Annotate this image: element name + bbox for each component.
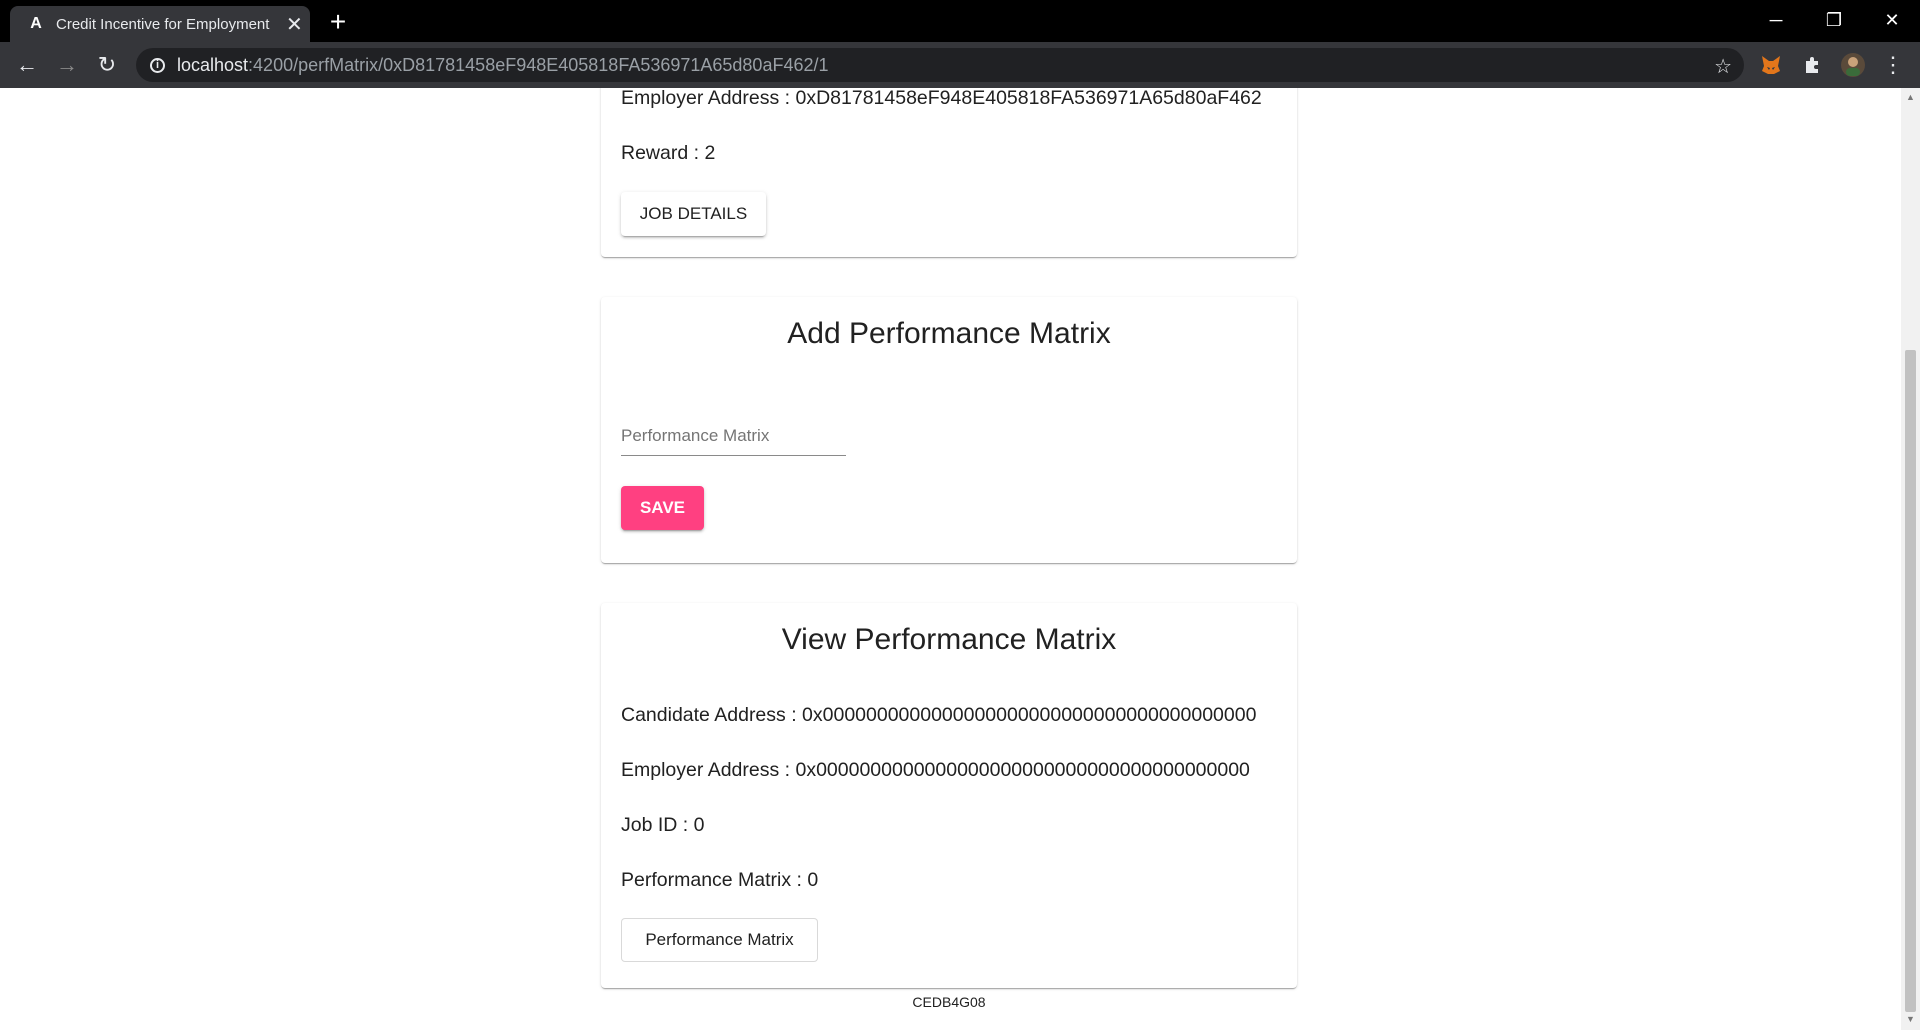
performance-matrix-button[interactable]: Performance Matrix <box>621 918 818 962</box>
performance-matrix-input[interactable] <box>621 421 846 451</box>
close-window-icon[interactable]: ✕ <box>1862 0 1920 40</box>
browser-titlebar: A Credit Incentive for Employment ✕ + ─ … <box>0 0 1920 42</box>
performance-matrix-field[interactable] <box>621 415 846 456</box>
reload-icon[interactable]: ↻ <box>92 50 122 80</box>
profile-avatar[interactable] <box>1838 50 1868 80</box>
scroll-thumb[interactable] <box>1905 350 1916 1012</box>
page-viewport: Employer Address : 0xD81781458eF948E4058… <box>0 88 1901 1030</box>
view-performance-matrix-card: View Performance Matrix Candidate Addres… <box>601 603 1297 988</box>
job-reward: Reward : 2 <box>621 142 716 164</box>
browser-menu-icon[interactable]: ⋮ <box>1878 50 1908 80</box>
page-scrollbar[interactable]: ▲ ▼ <box>1901 88 1920 1030</box>
tab-title: Credit Incentive for Employment <box>56 15 270 33</box>
restore-icon[interactable]: ❐ <box>1804 0 1864 40</box>
info-icon[interactable]: i <box>150 57 165 73</box>
url-text: localhost:4200/perfMatrix/0xD81781458eF9… <box>177 54 829 75</box>
new-tab-button[interactable]: + <box>322 6 354 38</box>
tab-close-icon[interactable]: ✕ <box>286 12 303 37</box>
add-card-title: Add Performance Matrix <box>787 317 1111 350</box>
browser-tab[interactable]: A Credit Incentive for Employment ✕ <box>10 6 310 42</box>
extensions-puzzle-icon[interactable] <box>1797 50 1827 80</box>
employer-address: Employer Address : 0x0000000000000000000… <box>621 759 1250 781</box>
scroll-up-icon[interactable]: ▲ <box>1905 92 1916 102</box>
performance-matrix-value: Performance Matrix : 0 <box>621 869 819 891</box>
forward-icon[interactable]: → <box>52 50 82 80</box>
view-card-title: View Performance Matrix <box>781 623 1117 656</box>
footer-code: CEDB4G08 <box>912 994 986 1010</box>
job-details-button[interactable]: JOB DETAILS <box>621 192 766 236</box>
angular-favicon-icon: A <box>30 15 42 32</box>
metamask-fox-icon[interactable] <box>1756 50 1786 80</box>
scroll-down-icon[interactable]: ▼ <box>1905 1014 1916 1024</box>
bookmark-star-icon[interactable]: ☆ <box>1714 54 1732 79</box>
job-id: Job ID : 0 <box>621 814 705 836</box>
save-button[interactable]: SAVE <box>621 486 704 530</box>
add-performance-matrix-card: Add Performance Matrix SAVE <box>601 297 1297 563</box>
browser-toolbar: ← → ↻ i localhost:4200/perfMatrix/0xD817… <box>0 42 1920 88</box>
job-card: Employer Address : 0xD81781458eF948E4058… <box>601 88 1297 257</box>
candidate-address: Candidate Address : 0x000000000000000000… <box>621 704 1257 726</box>
minimize-icon[interactable]: ─ <box>1746 0 1806 40</box>
address-bar[interactable]: i localhost:4200/perfMatrix/0xD81781458e… <box>136 48 1744 82</box>
back-icon[interactable]: ← <box>12 50 42 80</box>
job-employer-address: Employer Address : 0xD81781458eF948E4058… <box>621 88 1262 109</box>
